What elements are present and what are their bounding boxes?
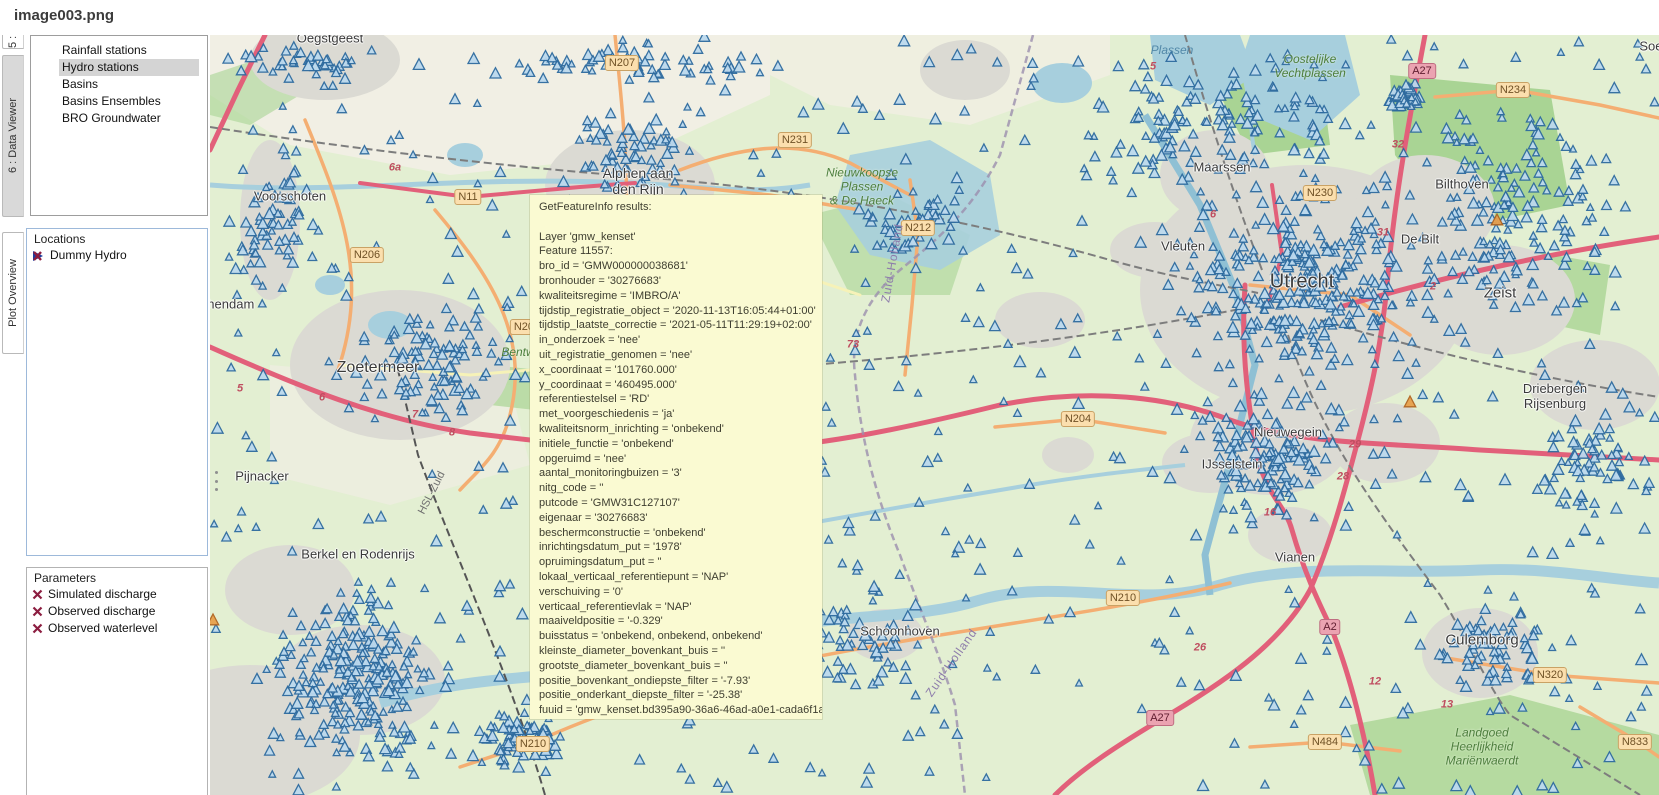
layer-list-item[interactable]: Rainfall stations	[59, 42, 199, 59]
parameter-item[interactable]: Observed waterlevel	[32, 621, 207, 636]
getfeatureinfo-line: kwaliteitsnorm_inrichting = 'onbekend'	[539, 422, 813, 437]
getfeatureinfo-line: Feature 11557:	[539, 244, 813, 259]
side-tab-strip: 5 : F6 : Data ViewerPlot Overview	[0, 25, 25, 795]
getfeatureinfo-line: aantal_monitoringbuizen = '3'	[539, 466, 813, 481]
parameter-item-label: Observed waterlevel	[48, 621, 157, 636]
getfeatureinfo-line: verticaal_referentievlak = 'NAP'	[539, 600, 813, 615]
getfeatureinfo-line: lokaal_verticaal_referentiepunt = 'NAP'	[539, 570, 813, 585]
map-view[interactable]: OegstgeestVoorschotenLeidschendamZoeterm…	[210, 35, 1659, 795]
x-icon	[32, 623, 43, 634]
sidebar-splitter-handle[interactable]	[213, 468, 220, 494]
parameter-item[interactable]: Simulated discharge	[32, 587, 207, 602]
map-canvas	[210, 35, 1659, 795]
getfeatureinfo-line: verschuiving = '0'	[539, 585, 813, 600]
getfeatureinfo-line: bro_id = 'GMW000000038681'	[539, 259, 813, 274]
layer-list-item[interactable]: Basins Ensembles	[59, 93, 199, 110]
application-window: image003.png 5 : F6 : Data ViewerPlot Ov…	[0, 0, 1659, 795]
side-tab-label: Plot Overview	[7, 259, 19, 327]
getfeatureinfo-line: uit_registratie_genomen = 'nee'	[539, 348, 813, 363]
x-icon	[32, 606, 43, 617]
getfeatureinfo-line: opruimingsdatum_put = ''	[539, 555, 813, 570]
hydro-marker-icon	[32, 250, 45, 262]
getfeatureinfo-line: referentiestelsel = 'RD'	[539, 392, 813, 407]
getfeatureinfo-line: putcode = 'GMW31C127107'	[539, 496, 813, 511]
layer-list-item[interactable]: BRO Groundwater	[59, 110, 199, 127]
getfeatureinfo-line: maaiveldpositie = '-0.329'	[539, 614, 813, 629]
getfeatureinfo-line: kwaliteitsregime = 'IMBRO/A'	[539, 289, 813, 304]
getfeatureinfo-line: opgeruimd = 'nee'	[539, 452, 813, 467]
getfeatureinfo-line: in_onderzoek = 'nee'	[539, 333, 813, 348]
getfeatureinfo-line: buisstatus = 'onbekend, onbekend, onbeke…	[539, 629, 813, 644]
getfeatureinfo-line: positie_onderkant_diepste_filter = '-25.…	[539, 688, 813, 703]
getfeatureinfo-line: y_coordinaat = '460495.000'	[539, 378, 813, 393]
getfeatureinfo-line: beschermconstructie = 'onbekend'	[539, 526, 813, 541]
getfeatureinfo-line: fuuid = 'gmw_kenset.bd395a90-36a6-46ad-a…	[539, 703, 813, 718]
locations-header: Locations	[34, 232, 207, 246]
parameters-header: Parameters	[34, 571, 207, 585]
getfeatureinfo-line: kleinste_diameter_bovenkant_buis = ''	[539, 644, 813, 659]
getfeatureinfo-spacer	[539, 215, 813, 230]
getfeatureinfo-line: met_voorgeschiedenis = 'ja'	[539, 407, 813, 422]
getfeatureinfo-line: bronhouder = '30276683'	[539, 274, 813, 289]
locations-panel: Locations Dummy Hydro	[26, 228, 208, 556]
side-tab[interactable]: 6 : Data Viewer	[2, 55, 24, 217]
getfeatureinfo-line: nitg_code = ''	[539, 481, 813, 496]
location-item-label: Dummy Hydro	[50, 248, 127, 263]
title-bar: image003.png	[0, 0, 1659, 35]
parameter-item-label: Simulated discharge	[48, 587, 157, 602]
layer-list-item[interactable]: Hydro stations	[59, 59, 199, 76]
getfeatureinfo-line: positie_bovenkant_ondiepste_filter = '-7…	[539, 674, 813, 689]
side-tab-label: 6 : Data Viewer	[7, 98, 19, 173]
parameter-item[interactable]: Observed discharge	[32, 604, 207, 619]
layer-list-item[interactable]: Basins	[59, 76, 199, 93]
side-tab[interactable]: Plot Overview	[2, 232, 24, 354]
getfeatureinfo-line: tijdstip_registratie_object = '2020-11-1…	[539, 304, 813, 319]
x-icon	[32, 589, 43, 600]
getfeatureinfo-line: tijdstip_laatste_correctie = '2021-05-11…	[539, 318, 813, 333]
getfeatureinfo-line: eigenaar = '30276683'	[539, 511, 813, 526]
layer-list: Rainfall stationsHydro stationsBasinsBas…	[30, 35, 208, 216]
parameter-item-label: Observed discharge	[48, 604, 155, 619]
getfeatureinfo-line: initiele_functie = 'onbekend'	[539, 437, 813, 452]
location-item[interactable]: Dummy Hydro	[32, 248, 207, 263]
getfeatureinfo-line: grootste_diameter_bovenkant_buis = ''	[539, 659, 813, 674]
parameters-panel: Parameters Simulated discharge Observed d…	[26, 567, 208, 795]
getfeatureinfo-line: inrichtingsdatum_put = '1978'	[539, 540, 813, 555]
getfeatureinfo-title: GetFeatureInfo results:	[539, 200, 813, 215]
getfeatureinfo-popup: GetFeatureInfo results: Layer 'gmw_kense…	[530, 195, 822, 719]
getfeatureinfo-line: x_coordinaat = '101760.000'	[539, 363, 813, 378]
window-title: image003.png	[14, 7, 114, 24]
getfeatureinfo-line: Layer 'gmw_kenset'	[539, 230, 813, 245]
